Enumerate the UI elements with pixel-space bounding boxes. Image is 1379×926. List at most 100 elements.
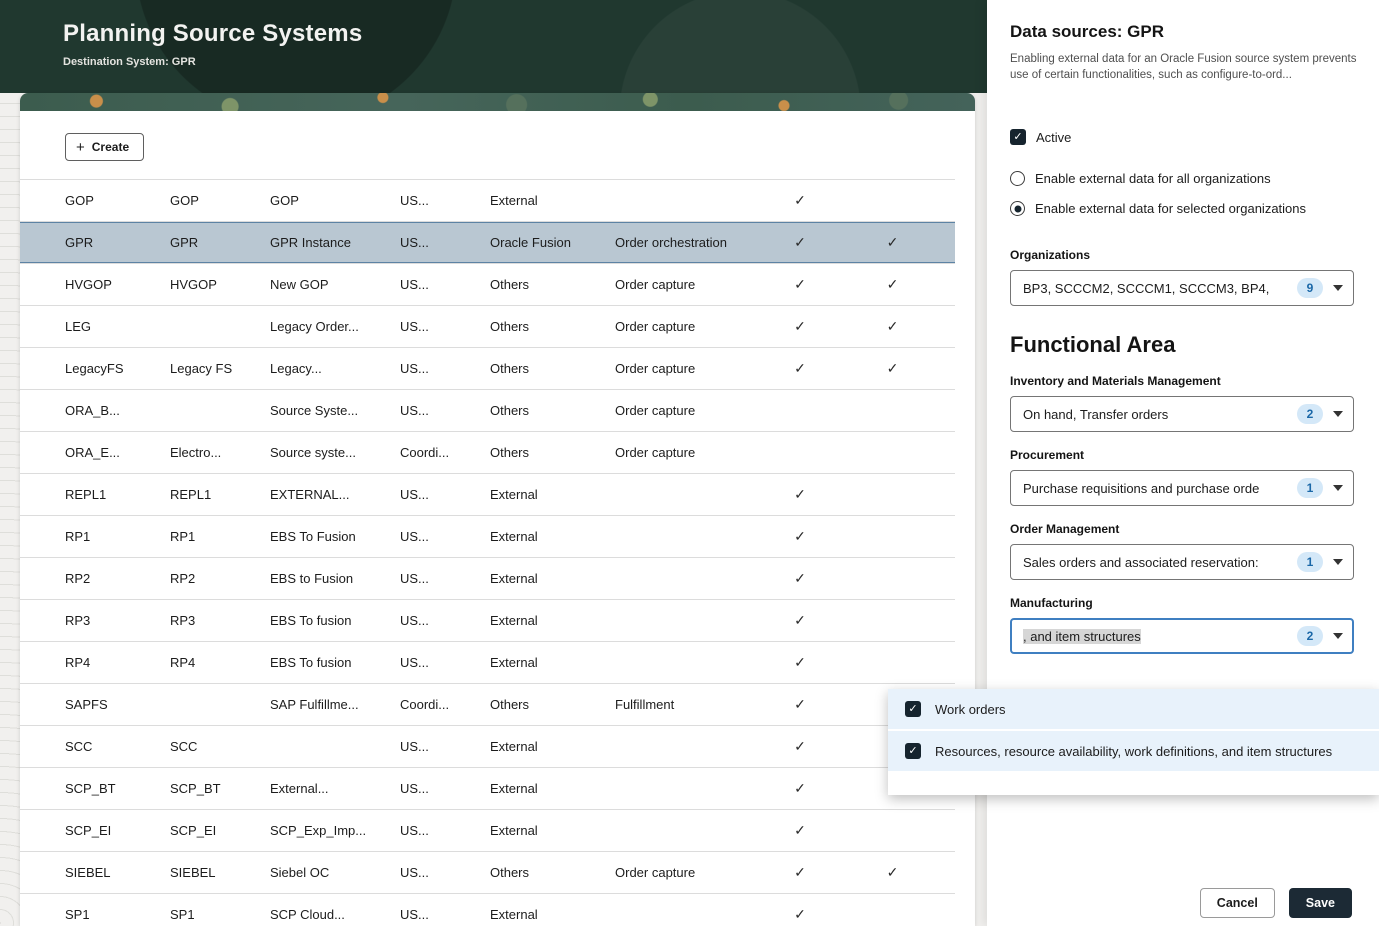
checkmark-icon: ✓ [755,318,845,335]
radio-selected-icon[interactable] [1010,201,1025,216]
active-checkbox[interactable]: ✓ [1010,129,1026,145]
checkmark-icon: ✓ [755,822,845,839]
cell-code: REPL1 [65,487,170,502]
cell-usage: Order capture [615,403,755,418]
checkmark-icon: ✓ [755,570,845,587]
dropdown-option[interactable]: ✓ Work orders [888,689,1379,731]
page-header: Planning Source Systems Destination Syst… [0,0,987,93]
select-inventory-and-materials-management[interactable]: On hand, Transfer orders2 [1010,396,1354,432]
section-inventory-and-materials-management: Inventory and Materials Management On han… [1010,374,1352,432]
count-badge: 2 [1297,404,1323,424]
table-row[interactable]: LEGLegacy Order...US...OthersOrder captu… [20,306,955,348]
panel-footer: Cancel Save [1200,888,1352,918]
caret-down-icon [1333,411,1343,417]
source-systems-card: + Create GOPGOPGOPUS...External✓GPRGPRGP… [20,93,975,926]
dropdown-option-label: Work orders [935,702,1006,717]
cell-type: External [490,193,615,208]
table-row[interactable]: LegacyFSLegacy FSLegacy...US...OthersOrd… [20,348,955,390]
cell-name: Electro... [170,445,270,460]
checkmark-icon: ✓ [755,612,845,629]
cell-type: External [490,613,615,628]
cell-name: HVGOP [170,277,270,292]
cell-type: Oracle Fusion [490,235,615,250]
select-order-management[interactable]: Sales orders and associated reservation:… [1010,544,1354,580]
cell-desc: GPR Instance [270,235,400,250]
manufacturing-dropdown-menu: ✓ Work orders ✓ Resources, resource availab… [888,689,1379,795]
cell-usage: Order capture [615,865,755,880]
section-order-management: Order ManagementSales orders and associa… [1010,522,1352,580]
checkbox-checked[interactable]: ✓ [905,743,921,759]
checkmark-icon: ✓ [845,234,940,251]
checkmark-icon: ✓ [845,360,940,377]
page-title: Planning Source Systems [63,20,987,48]
cell-desc: EBS To Fusion [270,529,400,544]
active-checkbox-row[interactable]: ✓ Active [1010,129,1352,145]
select-procurement[interactable]: Purchase requisitions and purchase orde1 [1010,470,1354,506]
checkmark-icon: ✓ [755,654,845,671]
panel-description: Enabling external data for an Oracle Fus… [1010,51,1362,83]
checkmark-icon: ✓ [845,318,940,335]
radio-selected-label: Enable external data for selected organi… [1035,201,1306,216]
organizations-select-value: BP3, SCCCM2, SCCCM1, SCCCM3, BP4, [1023,281,1289,296]
cell-usage: Order capture [615,319,755,334]
section-label-inventory-and-materials-management: Inventory and Materials Management [1010,374,1352,388]
cell-name: REPL1 [170,487,270,502]
cell-code: GPR [65,235,170,250]
select-manufacturing[interactable]: , and item structures2 [1010,618,1354,654]
table-row[interactable]: RP2RP2EBS to FusionUS...External✓ [20,558,955,600]
radio-unselected-icon[interactable] [1010,171,1025,186]
create-button-label: Create [92,140,129,154]
table-row[interactable]: GPRGPRGPR InstanceUS...Oracle FusionOrde… [20,222,955,264]
checkbox-checked[interactable]: ✓ [905,701,921,717]
table-row[interactable]: SCP_EISCP_EISCP_Exp_Imp...US...External✓ [20,810,955,852]
cell-usage: Order capture [615,277,755,292]
cell-tz: US... [400,781,490,796]
cell-tz: US... [400,529,490,544]
checkmark-icon: ✓ [755,864,845,881]
table-row[interactable]: SP1SP1SCP Cloud...US...External✓ [20,894,955,926]
save-button[interactable]: Save [1289,888,1352,918]
cell-name: GPR [170,235,270,250]
table-row[interactable]: REPL1REPL1EXTERNAL...US...External✓ [20,474,955,516]
checkmark-icon: ✓ [755,738,845,755]
table-row[interactable]: HVGOPHVGOPNew GOPUS...OthersOrder captur… [20,264,955,306]
table-row[interactable]: SIEBELSIEBELSiebel OCUS...OthersOrder ca… [20,852,955,894]
dropdown-option[interactable]: ✓ Resources, resource availability, work … [888,731,1379,773]
cell-code: HVGOP [65,277,170,292]
organizations-select[interactable]: BP3, SCCCM2, SCCCM1, SCCCM3, BP4, 9 [1010,270,1354,306]
checkmark-icon: ✓ [845,276,940,293]
radio-selected-organizations[interactable]: Enable external data for selected organi… [1010,201,1352,216]
table-row[interactable]: SCP_BTSCP_BTExternal...US...External✓ [20,768,955,810]
create-button[interactable]: + Create [65,133,144,161]
section-label-manufacturing: Manufacturing [1010,596,1352,610]
cancel-button[interactable]: Cancel [1200,888,1275,918]
table-row[interactable]: GOPGOPGOPUS...External✓ [20,180,955,222]
cell-code: LEG [65,319,170,334]
cell-code: ORA_E... [65,445,170,460]
cell-desc: SCP_Exp_Imp... [270,823,400,838]
table-row[interactable]: RP1RP1EBS To FusionUS...External✓ [20,516,955,558]
cell-tz: US... [400,403,490,418]
table-row[interactable]: RP3RP3EBS To fusionUS...External✓ [20,600,955,642]
cell-desc: EBS To fusion [270,655,400,670]
cell-name: SCP_BT [170,781,270,796]
table-row[interactable]: SAPFSSAP Fulfillme...Coordi...OthersFulf… [20,684,955,726]
active-label: Active [1036,130,1071,145]
table-row[interactable]: ORA_E...Electro...Source syste...Coordi.… [20,432,955,474]
cell-type: Others [490,277,615,292]
radio-all-organizations[interactable]: Enable external data for all organizatio… [1010,171,1352,186]
table-row[interactable]: RP4RP4EBS To fusionUS...External✓ [20,642,955,684]
external-data-radio-group: Enable external data for all organizatio… [1010,171,1352,216]
cell-tz: US... [400,613,490,628]
cell-tz: Coordi... [400,697,490,712]
dropdown-option-label: Resources, resource availability, work d… [935,744,1332,759]
cell-desc: Siebel OC [270,865,400,880]
table-row[interactable]: ORA_B...Source Syste...US...OthersOrder … [20,390,955,432]
cell-name: RP4 [170,655,270,670]
cell-code: RP4 [65,655,170,670]
cell-name: Legacy FS [170,361,270,376]
cell-type: External [490,529,615,544]
table-row[interactable]: SCCSCCUS...External✓ [20,726,955,768]
cell-desc: New GOP [270,277,400,292]
count-badge: 9 [1297,278,1323,298]
